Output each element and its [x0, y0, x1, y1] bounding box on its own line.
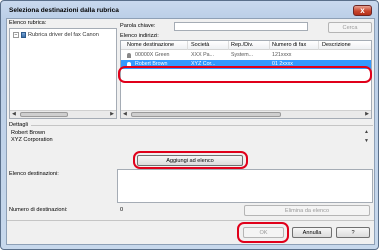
destinations-count-value: 0: [120, 207, 124, 213]
keyword-input[interactable]: [174, 22, 308, 31]
keyword-label: Parola chiave:: [120, 23, 156, 29]
help-button[interactable]: ?: [336, 227, 370, 238]
details-company: XYZ Corporation: [11, 137, 53, 143]
column-header-dept[interactable]: Rep./Div.: [231, 42, 253, 48]
column-header-fax[interactable]: Numero di fax: [272, 42, 306, 48]
footer-divider: [7, 220, 374, 221]
details-divider: [31, 125, 373, 126]
row-name: Robert Brown: [135, 61, 168, 67]
remove-from-list-button[interactable]: Elimina da elenco: [244, 205, 370, 216]
ok-button[interactable]: OK: [243, 227, 284, 238]
close-icon: x: [360, 6, 365, 15]
address-list-header: Nome destinazione Società Rep./Div. Nume…: [121, 41, 371, 50]
destinations-count-label: Numero di destinazioni:: [9, 207, 68, 213]
scroll-left-arrow-icon[interactable]: ◀: [12, 111, 16, 117]
dialog-window: Seleziona destinazioni dalla rubrica x E…: [0, 0, 379, 250]
tree-hscrollbar[interactable]: ◀ ▶: [10, 110, 116, 118]
destinations-list[interactable]: [117, 169, 373, 203]
details-scroll-up-icon[interactable]: ▲: [364, 129, 369, 135]
details-scroll-down-icon[interactable]: ▼: [364, 138, 369, 144]
title-bar: Seleziona destinazioni dalla rubrica x: [5, 3, 374, 17]
person-icon: [127, 53, 131, 58]
collapse-toggle[interactable]: −: [13, 32, 19, 38]
scroll-left-arrow-icon[interactable]: ◀: [123, 111, 127, 117]
person-icon: [127, 62, 131, 67]
column-divider[interactable]: [318, 41, 319, 50]
book-icon: [21, 32, 26, 38]
row-fax: 01 2xxxx: [272, 61, 293, 67]
cancel-button[interactable]: Annulla: [292, 227, 332, 238]
column-header-description[interactable]: Descrizione: [322, 42, 351, 48]
row-dept: System...: [231, 52, 254, 58]
address-list-label: Elenco indirizzi:: [120, 33, 159, 39]
row-name: 00000X Green: [135, 52, 170, 58]
column-header-name[interactable]: Nome destinazione: [127, 42, 174, 48]
row-company: XXX Pa...: [191, 52, 214, 58]
details-name: Robert Brown: [11, 130, 46, 136]
hscroll-thumb[interactable]: [20, 112, 68, 117]
hscroll-thumb[interactable]: [131, 112, 281, 117]
dialog-title: Seleziona destinazioni dalla rubrica: [9, 7, 119, 14]
list-hscrollbar[interactable]: ◀ ▶: [121, 110, 371, 118]
search-button[interactable]: Cerca: [328, 22, 372, 33]
add-to-list-button[interactable]: Aggiungi ad elenco: [137, 155, 243, 166]
row-fax: 121xxxx: [272, 52, 292, 58]
dialog-body: Elenco rubrica: − Rubrica driver del fax…: [6, 18, 375, 245]
address-list[interactable]: Nome destinazione Società Rep./Div. Nume…: [120, 40, 372, 119]
column-divider[interactable]: [269, 41, 270, 50]
table-row[interactable]: 00000X Green XXX Pa... System... 121xxxx: [121, 51, 371, 60]
address-book-list-label: Elenco rubrica:: [9, 20, 47, 26]
scroll-right-arrow-icon[interactable]: ▶: [365, 111, 369, 117]
address-book-tree[interactable]: − Rubrica driver del fax Canon ◀ ▶: [9, 28, 117, 119]
table-row-selected[interactable]: Robert Brown XYZ Cor... 01 2xxxx: [121, 60, 371, 69]
column-divider[interactable]: [187, 41, 188, 50]
details-label: Dettagli: [9, 122, 28, 128]
close-button[interactable]: x: [353, 5, 372, 16]
column-divider[interactable]: [228, 41, 229, 50]
address-book-item[interactable]: Rubrica driver del fax Canon: [28, 32, 99, 38]
column-header-company[interactable]: Società: [191, 42, 209, 48]
destinations-label: Elenco destinazioni:: [9, 171, 59, 177]
scroll-right-arrow-icon[interactable]: ▶: [110, 111, 114, 117]
row-company: XYZ Cor...: [191, 61, 216, 67]
